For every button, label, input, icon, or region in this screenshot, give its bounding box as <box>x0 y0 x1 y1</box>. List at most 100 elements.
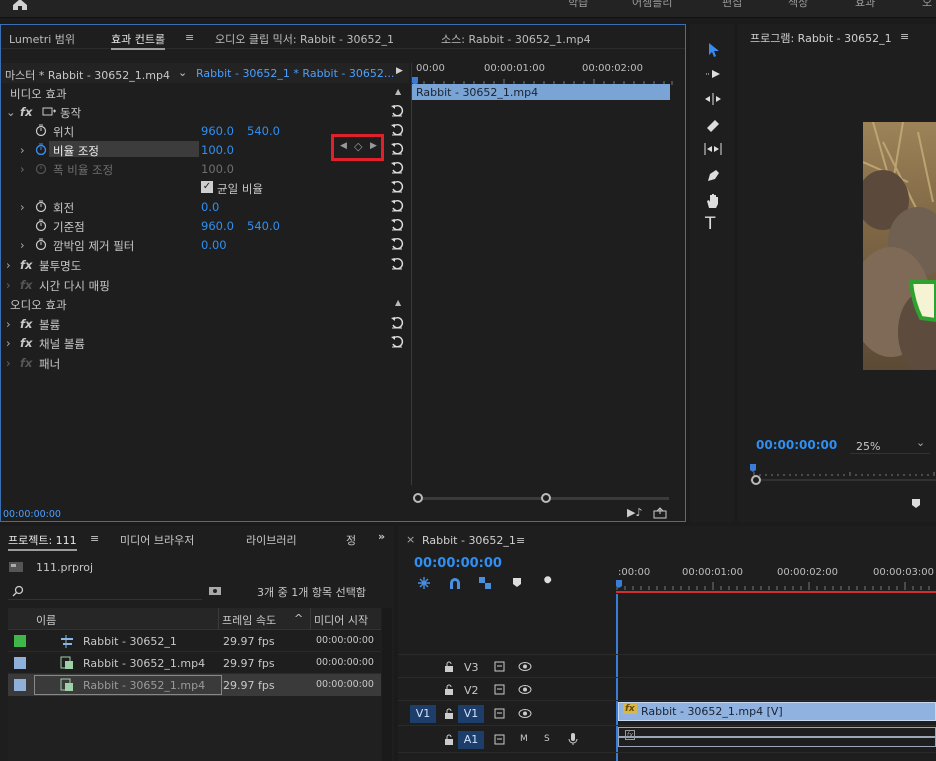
collapse-up-icon[interactable]: ▲ <box>395 87 401 96</box>
chevron-right-icon[interactable]: › <box>6 356 11 370</box>
mute-button[interactable]: M <box>520 734 528 744</box>
panner-row[interactable]: › fx 패너 <box>1 353 409 372</box>
reset-icon[interactable] <box>390 161 404 175</box>
ripple-edit-tool-icon[interactable] <box>704 92 722 106</box>
effect-timeline-ruler[interactable]: 00:00 00:00:01:00 00:00:02:00 <box>411 63 685 85</box>
label-color-swatch[interactable] <box>14 679 26 691</box>
program-title[interactable]: 프로그램: Rabbit - 30652_1 <box>750 30 892 46</box>
rotation-row[interactable]: › 회전 0.0 <box>1 197 409 216</box>
reset-icon[interactable] <box>390 335 404 349</box>
anchor-x-value[interactable]: 960.0 <box>201 219 234 233</box>
lock-icon[interactable] <box>444 684 454 696</box>
add-marker-icon[interactable] <box>512 577 522 589</box>
snap-icon[interactable] <box>448 577 462 590</box>
add-marker-icon[interactable] <box>910 498 922 510</box>
sync-lock-icon[interactable] <box>494 661 506 672</box>
chevron-right-icon[interactable]: › <box>20 143 25 157</box>
workspace-effects[interactable]: 효과 <box>855 0 875 10</box>
timeline-video-clip[interactable]: fx Rabbit - 30652_1.mp4 [V] <box>618 702 936 721</box>
timeline-ruler[interactable]: :00:00 00:00:01:00 00:00:02:00 00:00:03:… <box>616 564 936 594</box>
project-search-input[interactable] <box>8 582 202 600</box>
timeline-title[interactable]: Rabbit - 30652_1 <box>422 534 516 547</box>
play-audio-icon[interactable]: ▶♪ <box>627 506 642 519</box>
reset-icon[interactable] <box>390 123 404 137</box>
table-row[interactable]: Rabbit - 30652_1 29.97 fps 00:00:00:00 <box>8 630 381 652</box>
workspace-color[interactable]: 색상 <box>788 0 808 10</box>
timeline-audio-clip[interactable]: fx <box>618 727 936 747</box>
program-mini-ruler[interactable] <box>750 462 936 486</box>
reset-icon[interactable] <box>390 257 404 271</box>
nest-icon[interactable] <box>417 576 431 590</box>
program-video-frame[interactable] <box>863 122 936 370</box>
timeline-timecode[interactable]: 00:00:00:00 <box>414 556 502 571</box>
hand-tool-icon[interactable] <box>704 192 722 210</box>
position-y-value[interactable]: 540.0 <box>247 124 280 138</box>
stopwatch-icon[interactable] <box>35 238 47 250</box>
anchor-y-value[interactable]: 540.0 <box>247 219 280 233</box>
stopwatch-icon[interactable] <box>35 219 47 231</box>
workspace-assembly[interactable]: 어셈블리 <box>632 0 672 10</box>
chevron-right-icon[interactable]: › <box>6 336 11 350</box>
reset-icon[interactable] <box>390 199 404 213</box>
sort-up-icon[interactable]: ^ <box>294 612 303 625</box>
chevron-down-icon[interactable]: ⌄ <box>178 66 187 79</box>
new-search-bin-icon[interactable] <box>208 584 222 596</box>
project-scrollbar[interactable] <box>382 608 392 761</box>
pen-tool-icon[interactable] <box>705 168 721 184</box>
label-color-swatch[interactable] <box>14 635 26 647</box>
time-remap-row[interactable]: › fx 시간 다시 매핑 <box>1 275 409 294</box>
column-name[interactable]: 이름 <box>36 612 56 628</box>
effect-clip-bar[interactable]: Rabbit - 30652_1.mp4 <box>412 84 670 100</box>
fx-icon[interactable]: fx <box>20 258 32 272</box>
chevron-right-icon[interactable]: › <box>20 238 25 252</box>
tab-project[interactable]: 프로젝트: 111 <box>8 532 77 551</box>
chevron-right-icon[interactable]: › <box>6 317 11 331</box>
scroll-handle-right[interactable] <box>541 493 551 503</box>
close-icon[interactable]: × <box>406 533 415 546</box>
tab-source[interactable]: 소스: Rabbit - 30652_1.mp4 <box>441 31 591 47</box>
tab-audio-clip-mixer[interactable]: 오디오 클립 믹서: Rabbit - 30652_1 <box>215 31 394 47</box>
source-patch-v1[interactable]: V1 <box>410 705 436 723</box>
volume-row[interactable]: › fx 볼륨 <box>1 314 409 333</box>
stopwatch-icon[interactable] <box>35 143 47 155</box>
tab-lumetri-scopes[interactable]: Lumetri 범위 <box>9 31 75 47</box>
type-tool-icon[interactable]: T <box>705 214 715 234</box>
column-media-start[interactable]: 미디어 시작 <box>314 612 368 628</box>
column-frame-rate[interactable]: 프레임 속도 <box>222 612 276 628</box>
solo-button[interactable]: S <box>544 734 550 744</box>
play-triangle-icon[interactable]: ▶ <box>396 66 403 76</box>
effect-timecode[interactable]: 00:00:00:00 <box>3 509 61 520</box>
table-row[interactable]: Rabbit - 30652_1.mp4 29.97 fps 00:00:00:… <box>8 652 381 674</box>
fx-icon[interactable]: fx <box>20 317 32 331</box>
scroll-handle-left[interactable] <box>413 493 423 503</box>
sync-lock-icon[interactable] <box>494 734 506 745</box>
motion-row[interactable]: ⌄ fx 동작 <box>1 102 409 121</box>
position-x-value[interactable]: 960.0 <box>201 124 234 138</box>
chevron-right-icon[interactable]: › <box>6 258 11 272</box>
zoom-dropdown[interactable]: 25% ⌄ <box>850 436 930 454</box>
chevron-right-icon[interactable]: › <box>20 200 25 214</box>
tab-info[interactable]: 정 <box>346 532 356 548</box>
home-icon[interactable] <box>10 0 30 11</box>
effect-scrollbar[interactable] <box>413 493 669 503</box>
channel-volume-row[interactable]: › fx 채널 볼륨 <box>1 333 409 352</box>
reset-icon[interactable] <box>390 316 404 330</box>
workspace-edit[interactable]: 편집 <box>722 0 742 10</box>
selection-tool-icon[interactable] <box>707 42 721 58</box>
program-timecode[interactable]: 00:00:00:00 <box>756 438 837 452</box>
transform-icon[interactable] <box>41 106 57 117</box>
rotation-value[interactable]: 0.0 <box>201 200 219 214</box>
linked-selection-icon[interactable] <box>478 576 492 590</box>
lock-icon[interactable] <box>444 756 454 761</box>
track-label-v2[interactable]: V2 <box>464 684 479 697</box>
eye-icon[interactable] <box>518 684 532 695</box>
sync-lock-icon[interactable] <box>494 684 506 695</box>
chevron-right-icon[interactable]: › <box>6 278 11 292</box>
panel-menu-icon[interactable]: ≡ <box>185 31 194 44</box>
more-tabs-icon[interactable]: » <box>378 530 385 543</box>
reset-icon[interactable] <box>390 180 404 194</box>
collapse-up-icon[interactable]: ▲ <box>395 298 401 307</box>
lock-icon[interactable] <box>444 661 454 673</box>
microphone-icon[interactable] <box>568 732 578 746</box>
table-row-selected[interactable]: Rabbit - 30652_1.mp4 29.97 fps 00:00:00:… <box>8 674 381 696</box>
